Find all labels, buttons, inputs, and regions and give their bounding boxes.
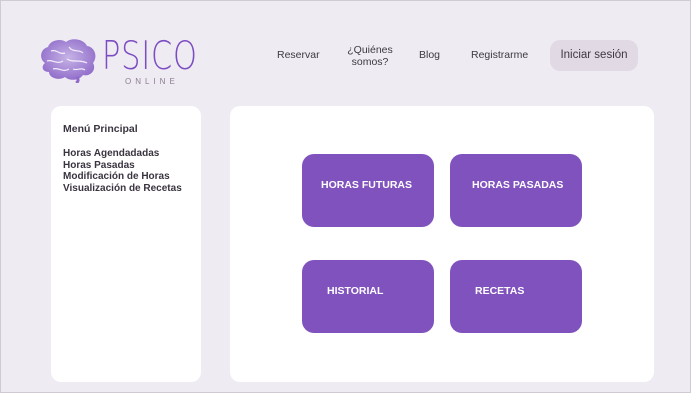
- sidebar: Menú Principal Horas Agendadadas Horas P…: [51, 106, 201, 382]
- card-horas-pasadas[interactable]: HORAS PASADAS: [450, 154, 582, 227]
- card-horas-futuras-label: HORAS FUTURAS: [321, 179, 412, 191]
- main-panel: HORAS FUTURAS HORAS PASADAS HISTORIAL RE…: [230, 106, 654, 382]
- card-horas-pasadas-label: HORAS PASADAS: [472, 179, 564, 191]
- nav-quienes-line2: somos?: [351, 56, 389, 68]
- sidebar-item-visualizacion-recetas[interactable]: Visualización de Recetas: [63, 183, 182, 195]
- nav-quienes-somos[interactable]: ¿Quiénes somos?: [346, 44, 394, 68]
- card-historial-label: HISTORIAL: [327, 285, 384, 297]
- sidebar-item-horas-agendadas[interactable]: Horas Agendadadas: [63, 148, 182, 160]
- nav-registrarme[interactable]: Registrarme: [471, 49, 528, 61]
- brand-subtitle: ONLINE: [125, 77, 179, 86]
- nav-blog[interactable]: Blog: [419, 49, 440, 61]
- sidebar-menu: Horas Agendadadas Horas Pasadas Modifica…: [63, 148, 182, 194]
- card-recetas[interactable]: RECETAS: [450, 260, 582, 333]
- nav-reservar[interactable]: Reservar: [277, 49, 320, 61]
- sidebar-item-modificacion-horas[interactable]: Modificación de Horas: [63, 171, 182, 183]
- brain-icon: [41, 39, 96, 83]
- card-historial[interactable]: HISTORIAL: [302, 260, 434, 333]
- nav-quienes-line1: ¿Quiénes: [347, 44, 393, 56]
- login-button[interactable]: Iniciar sesión: [550, 40, 638, 71]
- sidebar-item-horas-pasadas[interactable]: Horas Pasadas: [63, 160, 182, 172]
- sidebar-title: Menú Principal: [63, 123, 138, 135]
- card-horas-futuras[interactable]: HORAS FUTURAS: [302, 154, 434, 227]
- brand-name: PSICO: [102, 34, 198, 79]
- logo[interactable]: PSICO ONLINE: [37, 33, 197, 93]
- page-frame: PSICO ONLINE Reservar ¿Quiénes somos? Bl…: [0, 0, 691, 393]
- card-recetas-label: RECETAS: [475, 285, 525, 297]
